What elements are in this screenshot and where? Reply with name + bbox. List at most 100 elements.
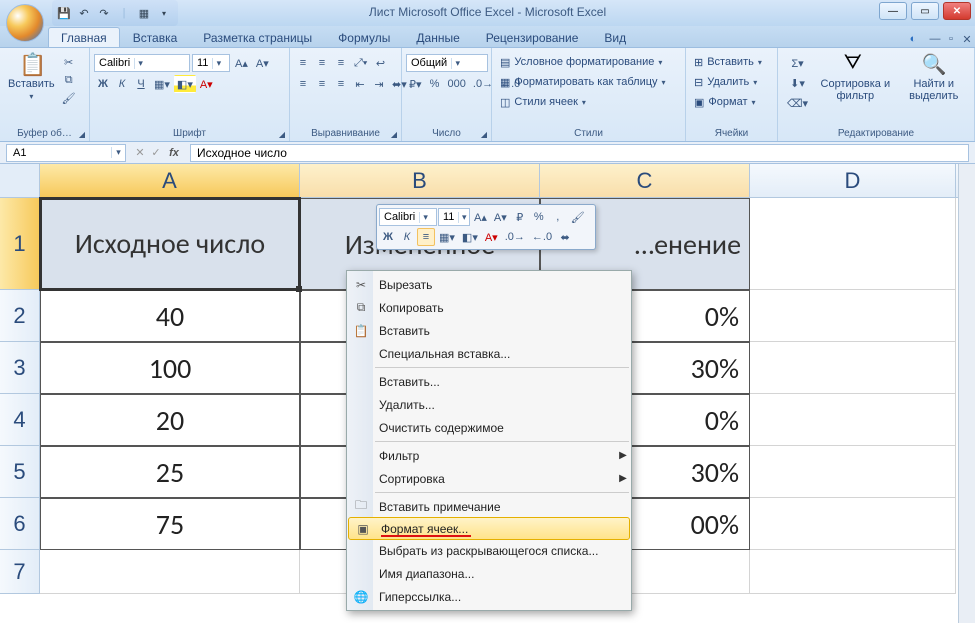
formula-input[interactable]: Исходное число xyxy=(190,144,969,162)
tab-data[interactable]: Данные xyxy=(403,27,472,47)
format-cells-button[interactable]: ▣Формат▾ xyxy=(690,92,760,112)
tab-home[interactable]: Главная xyxy=(48,27,120,47)
align-bottom-icon[interactable]: ≡ xyxy=(332,54,350,72)
mini-dec-decimal-icon[interactable]: ←.0 xyxy=(529,228,555,246)
name-box[interactable]: A1 ▾ xyxy=(6,144,126,162)
cell-A7[interactable] xyxy=(40,550,300,594)
menu-sort[interactable]: Сортировка▶ xyxy=(347,467,631,490)
insert-cells-button[interactable]: ⊞Вставить▾ xyxy=(690,52,766,72)
menu-clear-contents[interactable]: Очистить содержимое xyxy=(347,416,631,439)
cut-icon[interactable]: ✂ xyxy=(61,54,77,70)
row-header-4[interactable]: 4 xyxy=(0,394,40,446)
fill-color-button[interactable]: ◧▾ xyxy=(174,75,196,93)
fill-icon[interactable]: ⬇▾ xyxy=(784,74,811,92)
close-button[interactable]: ✕ xyxy=(943,2,971,20)
format-as-table-button[interactable]: ▦Форматировать как таблицу▾ xyxy=(496,72,670,92)
tab-insert[interactable]: Вставка xyxy=(120,27,191,47)
align-launcher-icon[interactable]: ◢ xyxy=(389,129,399,139)
number-format-combo[interactable]: Общий▾ xyxy=(406,54,488,72)
qat-dropdown-icon[interactable]: ▾ xyxy=(156,5,172,21)
align-center-icon[interactable]: ≡ xyxy=(313,75,331,93)
cancel-formula-icon[interactable]: ✕ xyxy=(132,145,148,161)
clipboard-launcher-icon[interactable]: ◢ xyxy=(77,129,87,139)
mini-fill-color-icon[interactable]: ◧▾ xyxy=(459,228,481,246)
enter-formula-icon[interactable]: ✓ xyxy=(148,145,164,161)
cell-A3[interactable]: 100 xyxy=(40,342,300,394)
copy-icon[interactable]: ⧉ xyxy=(61,72,77,88)
mini-center-icon[interactable]: ≡ xyxy=(417,228,435,246)
select-all-corner[interactable] xyxy=(0,164,40,197)
cell-A1[interactable]: Исходное число xyxy=(40,198,300,290)
italic-button[interactable]: К xyxy=(113,75,131,93)
mini-currency-icon[interactable]: ₽ xyxy=(511,208,529,226)
ribbon-minimize-icon[interactable]: — xyxy=(927,31,943,47)
format-painter-icon[interactable]: 🖌 xyxy=(61,90,77,106)
find-select-button[interactable]: 🔍 Найти и выделить xyxy=(898,50,970,104)
fx-icon[interactable]: fx xyxy=(164,147,184,159)
cell-D1[interactable] xyxy=(750,198,956,290)
row-header-1[interactable]: 1 xyxy=(0,198,40,290)
border-button[interactable]: ▦▾ xyxy=(151,75,173,93)
tab-review[interactable]: Рецензирование xyxy=(473,27,592,47)
cell-D5[interactable] xyxy=(750,446,956,498)
tab-formulas[interactable]: Формулы xyxy=(325,27,403,47)
align-top-icon[interactable]: ≡ xyxy=(294,54,312,72)
row-header-5[interactable]: 5 xyxy=(0,446,40,498)
fill-handle[interactable] xyxy=(296,286,302,292)
grid-icon[interactable]: ▦ xyxy=(136,5,152,21)
bold-button[interactable]: Ж xyxy=(94,75,112,93)
cell-D3[interactable] xyxy=(750,342,956,394)
comma-icon[interactable]: 000 xyxy=(445,75,469,93)
save-icon[interactable]: 💾 xyxy=(56,5,72,21)
font-size-combo[interactable]: 11▾ xyxy=(192,54,230,72)
menu-filter[interactable]: Фильтр▶ xyxy=(347,444,631,467)
row-header-2[interactable]: 2 xyxy=(0,290,40,342)
cell-A4[interactable]: 20 xyxy=(40,394,300,446)
cell-styles-button[interactable]: ◫Стили ячеек▾ xyxy=(496,92,590,112)
col-header-A[interactable]: A xyxy=(40,164,300,197)
col-header-D[interactable]: D xyxy=(750,164,956,197)
mini-painter-icon[interactable]: 🖌 xyxy=(568,208,588,226)
mini-italic-button[interactable]: К xyxy=(398,228,416,246)
align-left-icon[interactable]: ≡ xyxy=(294,75,312,93)
help-icon[interactable]: ◐ xyxy=(905,31,921,47)
mini-inc-decimal-icon[interactable]: .0→ xyxy=(502,228,528,246)
increase-font-icon[interactable]: A▴ xyxy=(232,54,251,72)
cell-D2[interactable] xyxy=(750,290,956,342)
cell-A2[interactable]: 40 xyxy=(40,290,300,342)
mini-shrink-font-icon[interactable]: A▾ xyxy=(491,208,510,226)
font-name-combo[interactable]: Calibri▾ xyxy=(94,54,190,72)
undo-icon[interactable]: ↶ xyxy=(76,5,92,21)
cell-D4[interactable] xyxy=(750,394,956,446)
mdi-close-icon[interactable]: ✕ xyxy=(959,31,975,47)
menu-paste[interactable]: 📋Вставить xyxy=(347,319,631,342)
menu-insert-comment[interactable]: 🗀Вставить примечание xyxy=(347,495,631,518)
menu-delete[interactable]: Удалить... xyxy=(347,393,631,416)
cell-D7[interactable] xyxy=(750,550,956,594)
cell-A6[interactable]: 75 xyxy=(40,498,300,550)
cell-A5[interactable]: 25 xyxy=(40,446,300,498)
mini-font-color-icon[interactable]: A▾ xyxy=(482,228,501,246)
menu-cut[interactable]: ✂Вырезать xyxy=(347,273,631,296)
menu-paste-special[interactable]: Специальная вставка... xyxy=(347,342,631,365)
menu-copy[interactable]: ⧉Копировать xyxy=(347,296,631,319)
number-launcher-icon[interactable]: ◢ xyxy=(479,129,489,139)
conditional-formatting-button[interactable]: ▤Условное форматирование▾ xyxy=(496,52,666,72)
mini-bold-button[interactable]: Ж xyxy=(379,228,397,246)
row-header-6[interactable]: 6 xyxy=(0,498,40,550)
percent-icon[interactable]: % xyxy=(426,75,444,93)
align-right-icon[interactable]: ≡ xyxy=(332,75,350,93)
menu-hyperlink[interactable]: 🌐Гиперссылка... xyxy=(347,585,631,608)
mini-border-icon[interactable]: ▦▾ xyxy=(436,228,458,246)
paste-button[interactable]: 📋 Вставить ▾ xyxy=(4,50,59,103)
row-header-7[interactable]: 7 xyxy=(0,550,40,594)
tab-view[interactable]: Вид xyxy=(591,27,639,47)
indent-dec-icon[interactable]: ⇤ xyxy=(351,75,369,93)
vertical-scrollbar[interactable] xyxy=(958,164,975,623)
mini-font-combo[interactable]: Calibri▾ xyxy=(379,208,437,226)
underline-button[interactable]: Ч xyxy=(132,75,150,93)
maximize-button[interactable]: ▭ xyxy=(911,2,939,20)
mini-size-combo[interactable]: 11▾ xyxy=(438,208,470,226)
font-color-button[interactable]: A▾ xyxy=(197,75,216,93)
mini-percent-icon[interactable]: % xyxy=(530,208,548,226)
